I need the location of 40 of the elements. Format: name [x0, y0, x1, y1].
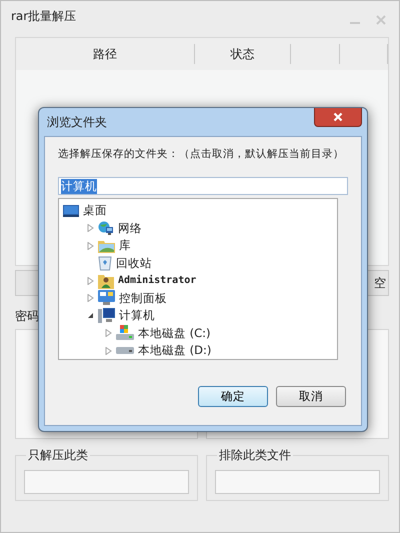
collapsed-arrow-icon[interactable] — [105, 346, 112, 355]
collapsed-arrow-icon[interactable] — [87, 276, 94, 285]
group-label: 只解压此类 — [26, 447, 90, 464]
close-button[interactable] — [314, 108, 362, 127]
expanded-arrow-icon[interactable] — [87, 312, 94, 320]
column-header[interactable]: 状态 — [194, 44, 292, 64]
dialog-button[interactable]: 确定 — [198, 386, 268, 407]
group-label: 排除此类文件 — [217, 447, 293, 464]
tree-item[interactable]: 控制面板 — [119, 290, 167, 306]
collapsed-arrow-icon[interactable] — [87, 294, 94, 302]
tree-item[interactable]: 本地磁盘 (C:) — [138, 326, 211, 341]
collapsed-arrow-icon[interactable] — [87, 242, 94, 250]
desktop-icon — [63, 204, 79, 218]
close-icon — [333, 112, 343, 122]
folder-icon — [98, 238, 115, 253]
folder-field[interactable]: 计算机 — [58, 177, 348, 195]
input-field[interactable] — [215, 470, 380, 494]
tree-item[interactable]: 本地磁盘 (D:) — [138, 343, 212, 358]
close-icon[interactable] — [375, 14, 387, 26]
user-folder-icon — [98, 272, 114, 289]
prompt-text: 选择解压保存的文件夹：（点击取消，默认解压当前目录） — [58, 147, 344, 161]
tree-item[interactable]: Administrator — [118, 275, 196, 286]
tree-item[interactable]: 桌面 — [83, 203, 107, 218]
tree-item[interactable]: 计算机 — [119, 308, 155, 324]
computer-icon — [98, 308, 115, 324]
column-header[interactable]: 路径 — [16, 44, 195, 64]
window-title: rar批量解压 — [11, 8, 76, 24]
collapsed-arrow-icon[interactable] — [105, 329, 112, 338]
network-icon — [98, 220, 114, 236]
recycle-bin-icon — [98, 256, 112, 271]
tree-item[interactable]: 回收站 — [116, 256, 152, 271]
input-field[interactable] — [24, 470, 189, 494]
collapsed-arrow-icon[interactable] — [87, 224, 94, 232]
tree-item[interactable]: 库 — [119, 238, 131, 254]
drive-icon — [116, 346, 134, 356]
system-drive-icon — [116, 325, 134, 342]
dialog-title: 浏览文件夹 — [47, 114, 107, 130]
tree-item[interactable]: 网络 — [118, 220, 142, 236]
control-panel-icon — [98, 290, 115, 306]
dialog-button[interactable]: 取消 — [276, 386, 346, 407]
